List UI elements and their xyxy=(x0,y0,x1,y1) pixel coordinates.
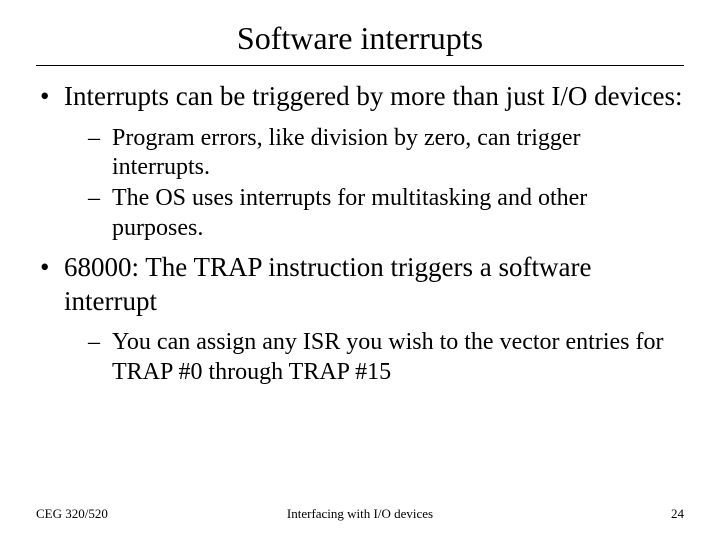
sub-bullet-item: The OS uses interrupts for multitasking … xyxy=(64,184,684,243)
footer-center: Interfacing with I/O devices xyxy=(287,506,433,522)
bullet-item: 68000: The TRAP instruction triggers a s… xyxy=(36,251,684,387)
sub-bullet-text: You can assign any ISR you wish to the v… xyxy=(112,329,663,384)
sub-bullet-list: You can assign any ISR you wish to the v… xyxy=(64,328,684,387)
title-underline xyxy=(36,65,684,66)
footer-left: CEG 320/520 xyxy=(36,506,108,522)
slide-title: Software interrupts xyxy=(237,20,483,59)
sub-bullet-text: The OS uses interrupts for multitasking … xyxy=(112,185,587,240)
sub-bullet-text: Program errors, like division by zero, c… xyxy=(112,125,581,180)
title-wrap: Software interrupts xyxy=(36,20,684,59)
sub-bullet-item: Program errors, like division by zero, c… xyxy=(64,124,684,183)
footer: CEG 320/520 Interfacing with I/O devices… xyxy=(0,506,720,522)
bullet-text: 68000: The TRAP instruction triggers a s… xyxy=(64,252,591,316)
bullet-list: Interrupts can be triggered by more than… xyxy=(36,80,684,387)
bullet-text: Interrupts can be triggered by more than… xyxy=(64,81,683,111)
sub-bullet-list: Program errors, like division by zero, c… xyxy=(64,124,684,243)
slide: Software interrupts Interrupts can be tr… xyxy=(0,0,720,540)
sub-bullet-item: You can assign any ISR you wish to the v… xyxy=(64,328,684,387)
footer-right: 24 xyxy=(671,506,684,522)
bullet-item: Interrupts can be triggered by more than… xyxy=(36,80,684,243)
